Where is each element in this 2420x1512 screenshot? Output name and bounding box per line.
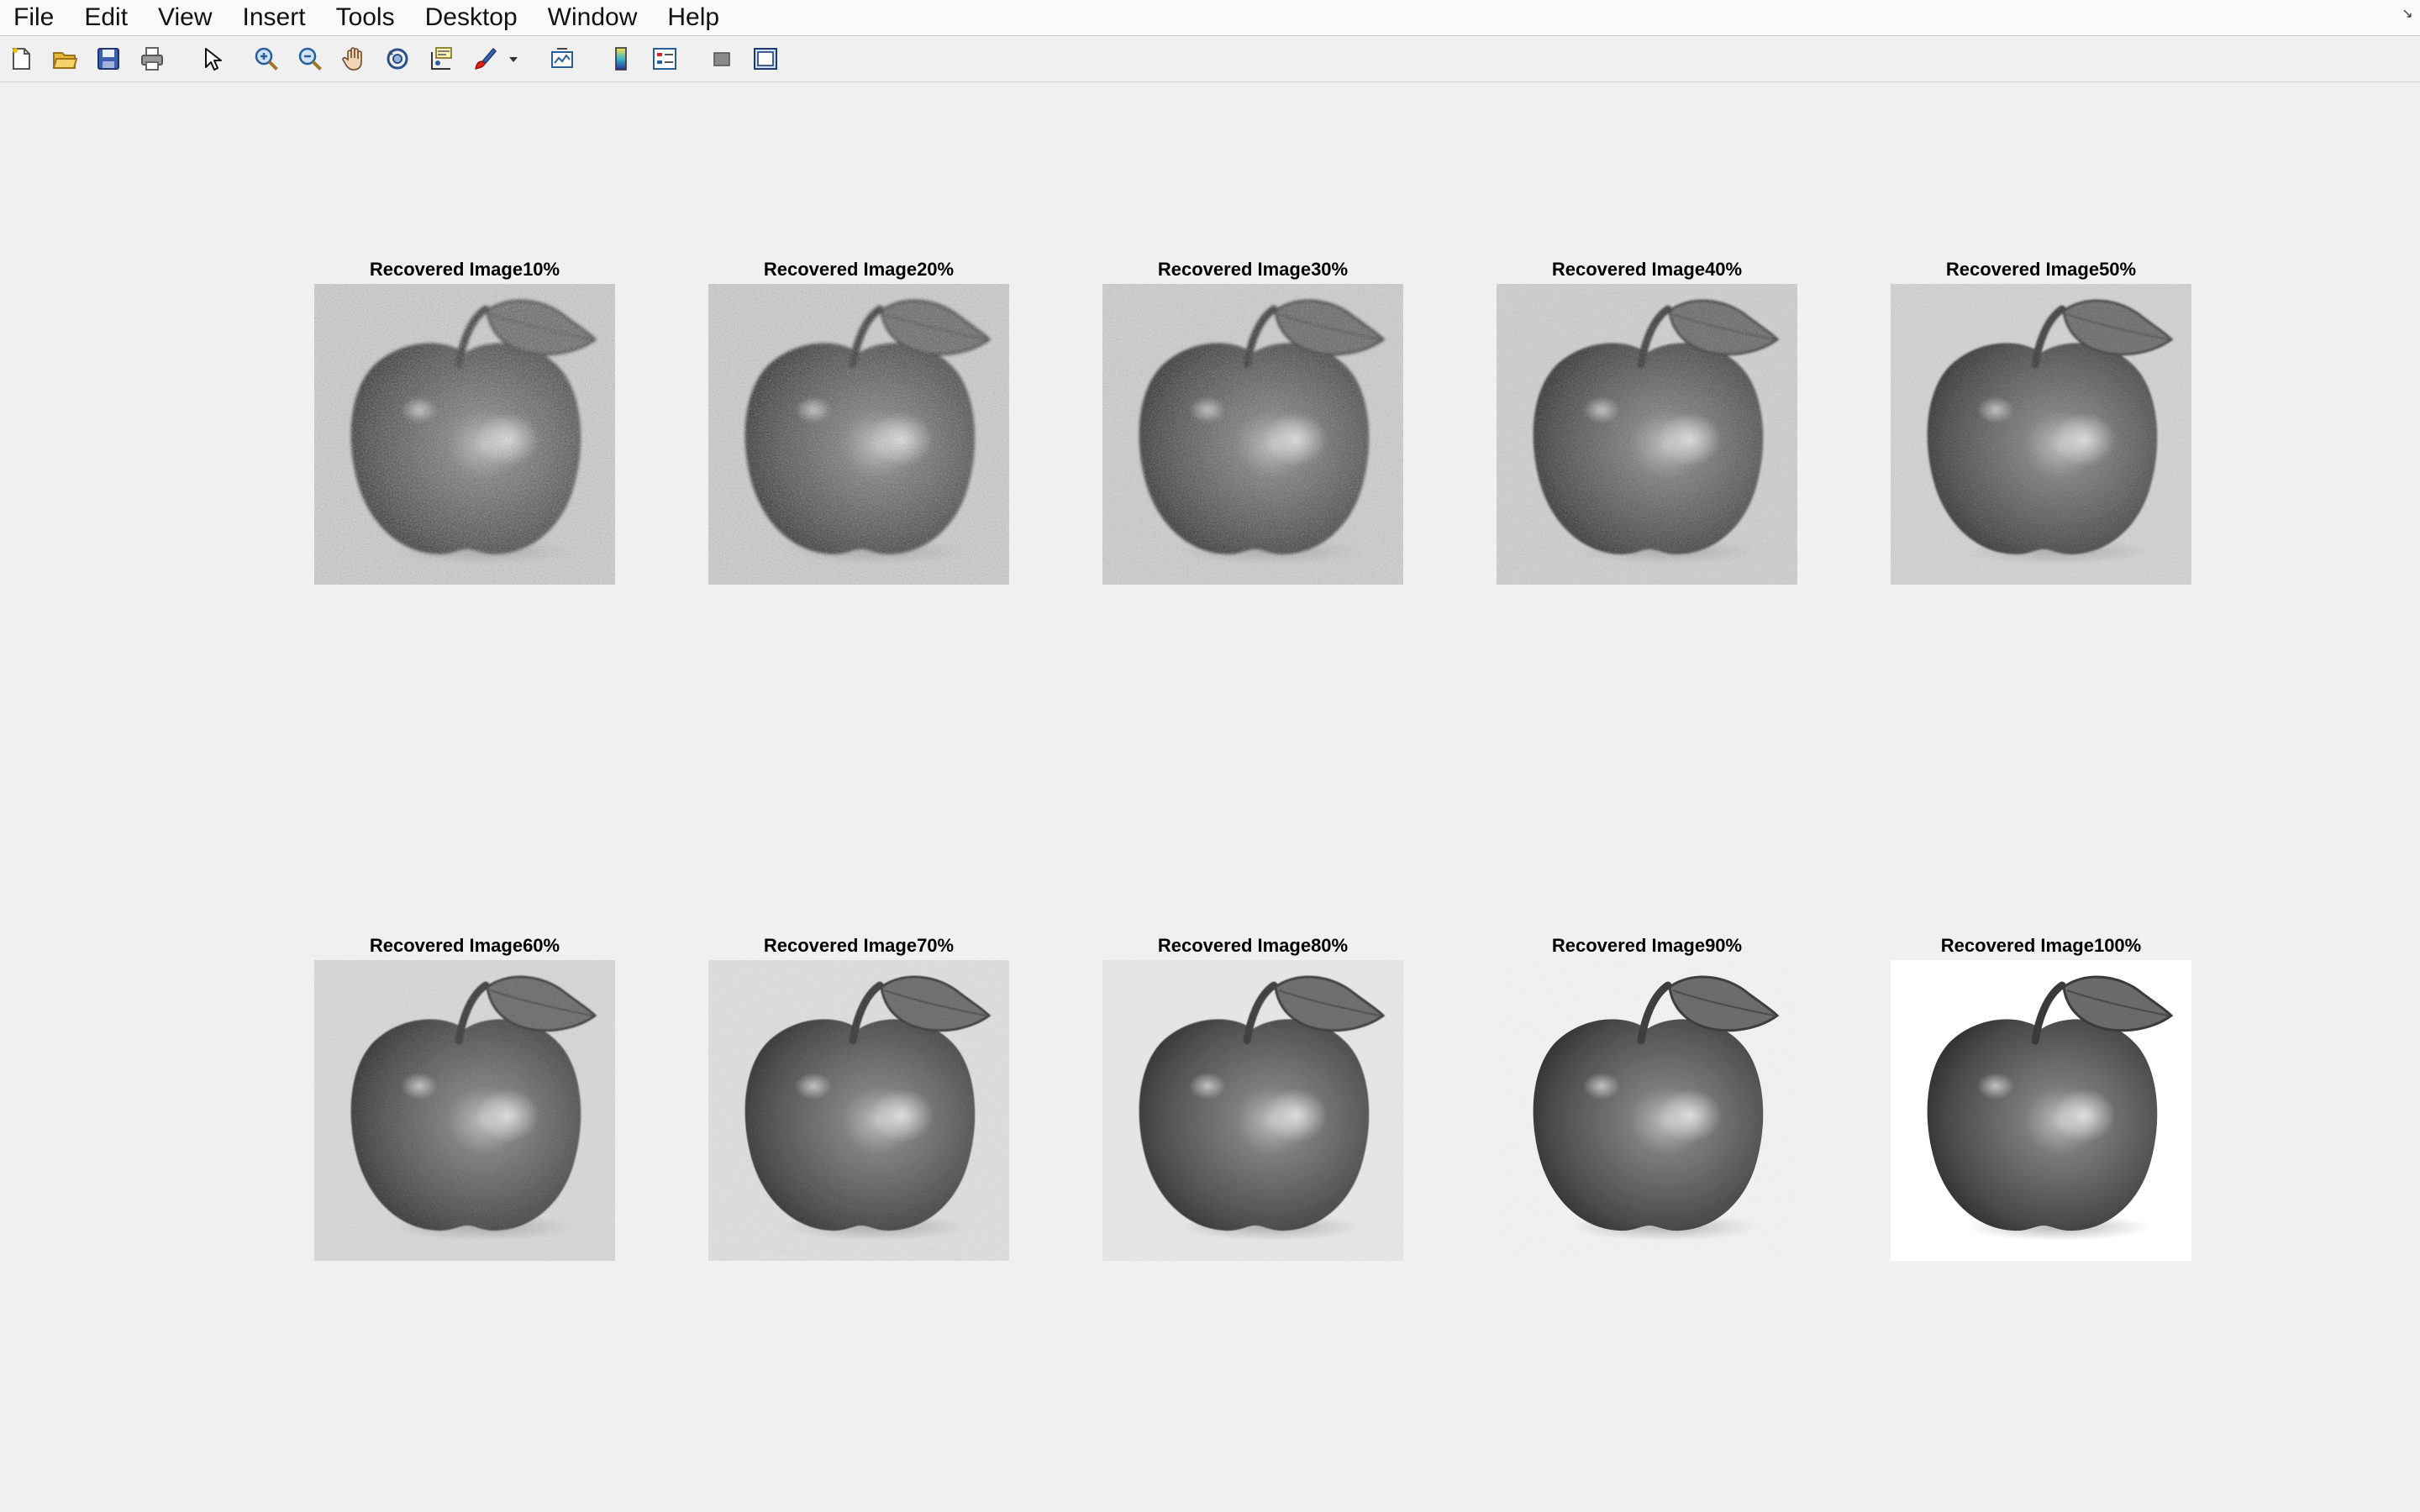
menu-bar: File Edit View Insert Tools Desktop Wind…	[0, 0, 2420, 36]
link-plot-icon	[551, 48, 573, 68]
image-panel[interactable]: Recovered Image60%	[314, 935, 615, 1261]
recovered-apple-image[interactable]	[314, 960, 615, 1261]
data-cursor-button[interactable]	[427, 45, 455, 73]
panel-title: Recovered Image70%	[763, 935, 955, 956]
zoom-in-button[interactable]	[252, 45, 281, 73]
pan-button[interactable]	[339, 45, 368, 73]
recovered-apple-image[interactable]	[708, 960, 1009, 1261]
print-icon	[141, 47, 163, 71]
menu-edit[interactable]: Edit	[69, 0, 143, 35]
menu-file[interactable]: File	[0, 0, 69, 35]
panel-title: Recovered Image10%	[369, 259, 560, 280]
pan-hand-icon	[342, 47, 362, 71]
brush-icon	[475, 47, 497, 70]
brush-button[interactable]	[471, 45, 499, 73]
zoom-out-button[interactable]	[296, 45, 324, 73]
recovered-apple-image[interactable]	[1497, 960, 1797, 1261]
brush-dropdown-icon	[509, 57, 518, 62]
figure-axes-area: Recovered Image10% Recovered Image20% Reco…	[0, 82, 2420, 1512]
menu-tools[interactable]: Tools	[321, 0, 410, 35]
recovered-apple-image[interactable]	[708, 284, 1009, 585]
select-pointer-button[interactable]	[197, 45, 225, 73]
select-pointer-icon	[205, 48, 222, 71]
hide-plot-tools-button[interactable]	[708, 45, 736, 73]
new-figure-icon	[13, 48, 30, 70]
save-icon	[97, 48, 119, 70]
recovered-apple-image[interactable]	[1891, 284, 2191, 585]
open-file-icon	[52, 52, 78, 69]
legend-button[interactable]	[650, 45, 679, 73]
panel-title: Recovered Image100%	[1940, 935, 2142, 956]
brush-dropdown-button[interactable]	[506, 45, 521, 73]
colorbar-button[interactable]	[607, 45, 635, 73]
panel-title: Recovered Image50%	[1945, 259, 2137, 280]
panel-title: Recovered Image80%	[1157, 935, 1349, 956]
colorbar-icon	[615, 47, 627, 71]
panel-title: Recovered Image90%	[1551, 935, 1743, 956]
menu-help[interactable]: Help	[652, 0, 734, 35]
open-file-button[interactable]	[50, 45, 79, 73]
panel-title: Recovered Image20%	[763, 259, 955, 280]
menu-window[interactable]: Window	[533, 0, 653, 35]
panel-title: Recovered Image30%	[1157, 259, 1349, 280]
image-panel[interactable]: Recovered Image50%	[1891, 259, 2191, 585]
image-panel[interactable]: Recovered Image20%	[708, 259, 1009, 585]
image-panel[interactable]: Recovered Image70%	[708, 935, 1009, 1261]
link-plot-button[interactable]	[548, 45, 576, 73]
show-plot-tools-button[interactable]	[751, 45, 780, 73]
hide-plot-tools-icon	[713, 52, 730, 66]
recovered-apple-image[interactable]	[1891, 960, 2191, 1261]
new-figure-button[interactable]	[7, 45, 35, 73]
image-panel[interactable]: Recovered Image90%	[1497, 935, 1797, 1261]
print-button[interactable]	[138, 45, 166, 73]
zoom-out-icon	[298, 47, 322, 71]
recovered-apple-image[interactable]	[1102, 284, 1403, 585]
rotate-3d-button[interactable]	[383, 45, 412, 73]
save-button[interactable]	[94, 45, 123, 73]
menu-view[interactable]: View	[143, 0, 227, 35]
zoom-in-icon	[255, 47, 278, 71]
image-panel[interactable]: Recovered Image10%	[314, 259, 615, 585]
panel-title: Recovered Image60%	[369, 935, 560, 956]
figure-toolbar	[0, 36, 2420, 82]
data-cursor-icon	[431, 47, 452, 70]
image-panel[interactable]: Recovered Image100%	[1891, 935, 2191, 1261]
show-plot-tools-icon	[754, 48, 777, 70]
legend-icon	[653, 48, 676, 70]
dock-arrow-icon[interactable]: ↘	[2400, 7, 2415, 22]
recovered-apple-image[interactable]	[314, 284, 615, 585]
recovered-apple-image[interactable]	[1102, 960, 1403, 1261]
rotate-3d-icon	[387, 48, 408, 70]
menu-insert[interactable]: Insert	[228, 0, 321, 35]
panel-title: Recovered Image40%	[1551, 259, 1743, 280]
recovered-apple-image[interactable]	[1497, 284, 1797, 585]
image-panel[interactable]: Recovered Image80%	[1102, 935, 1403, 1261]
menu-desktop[interactable]: Desktop	[410, 0, 533, 35]
image-panel[interactable]: Recovered Image40%	[1497, 259, 1797, 585]
image-panel[interactable]: Recovered Image30%	[1102, 259, 1403, 585]
